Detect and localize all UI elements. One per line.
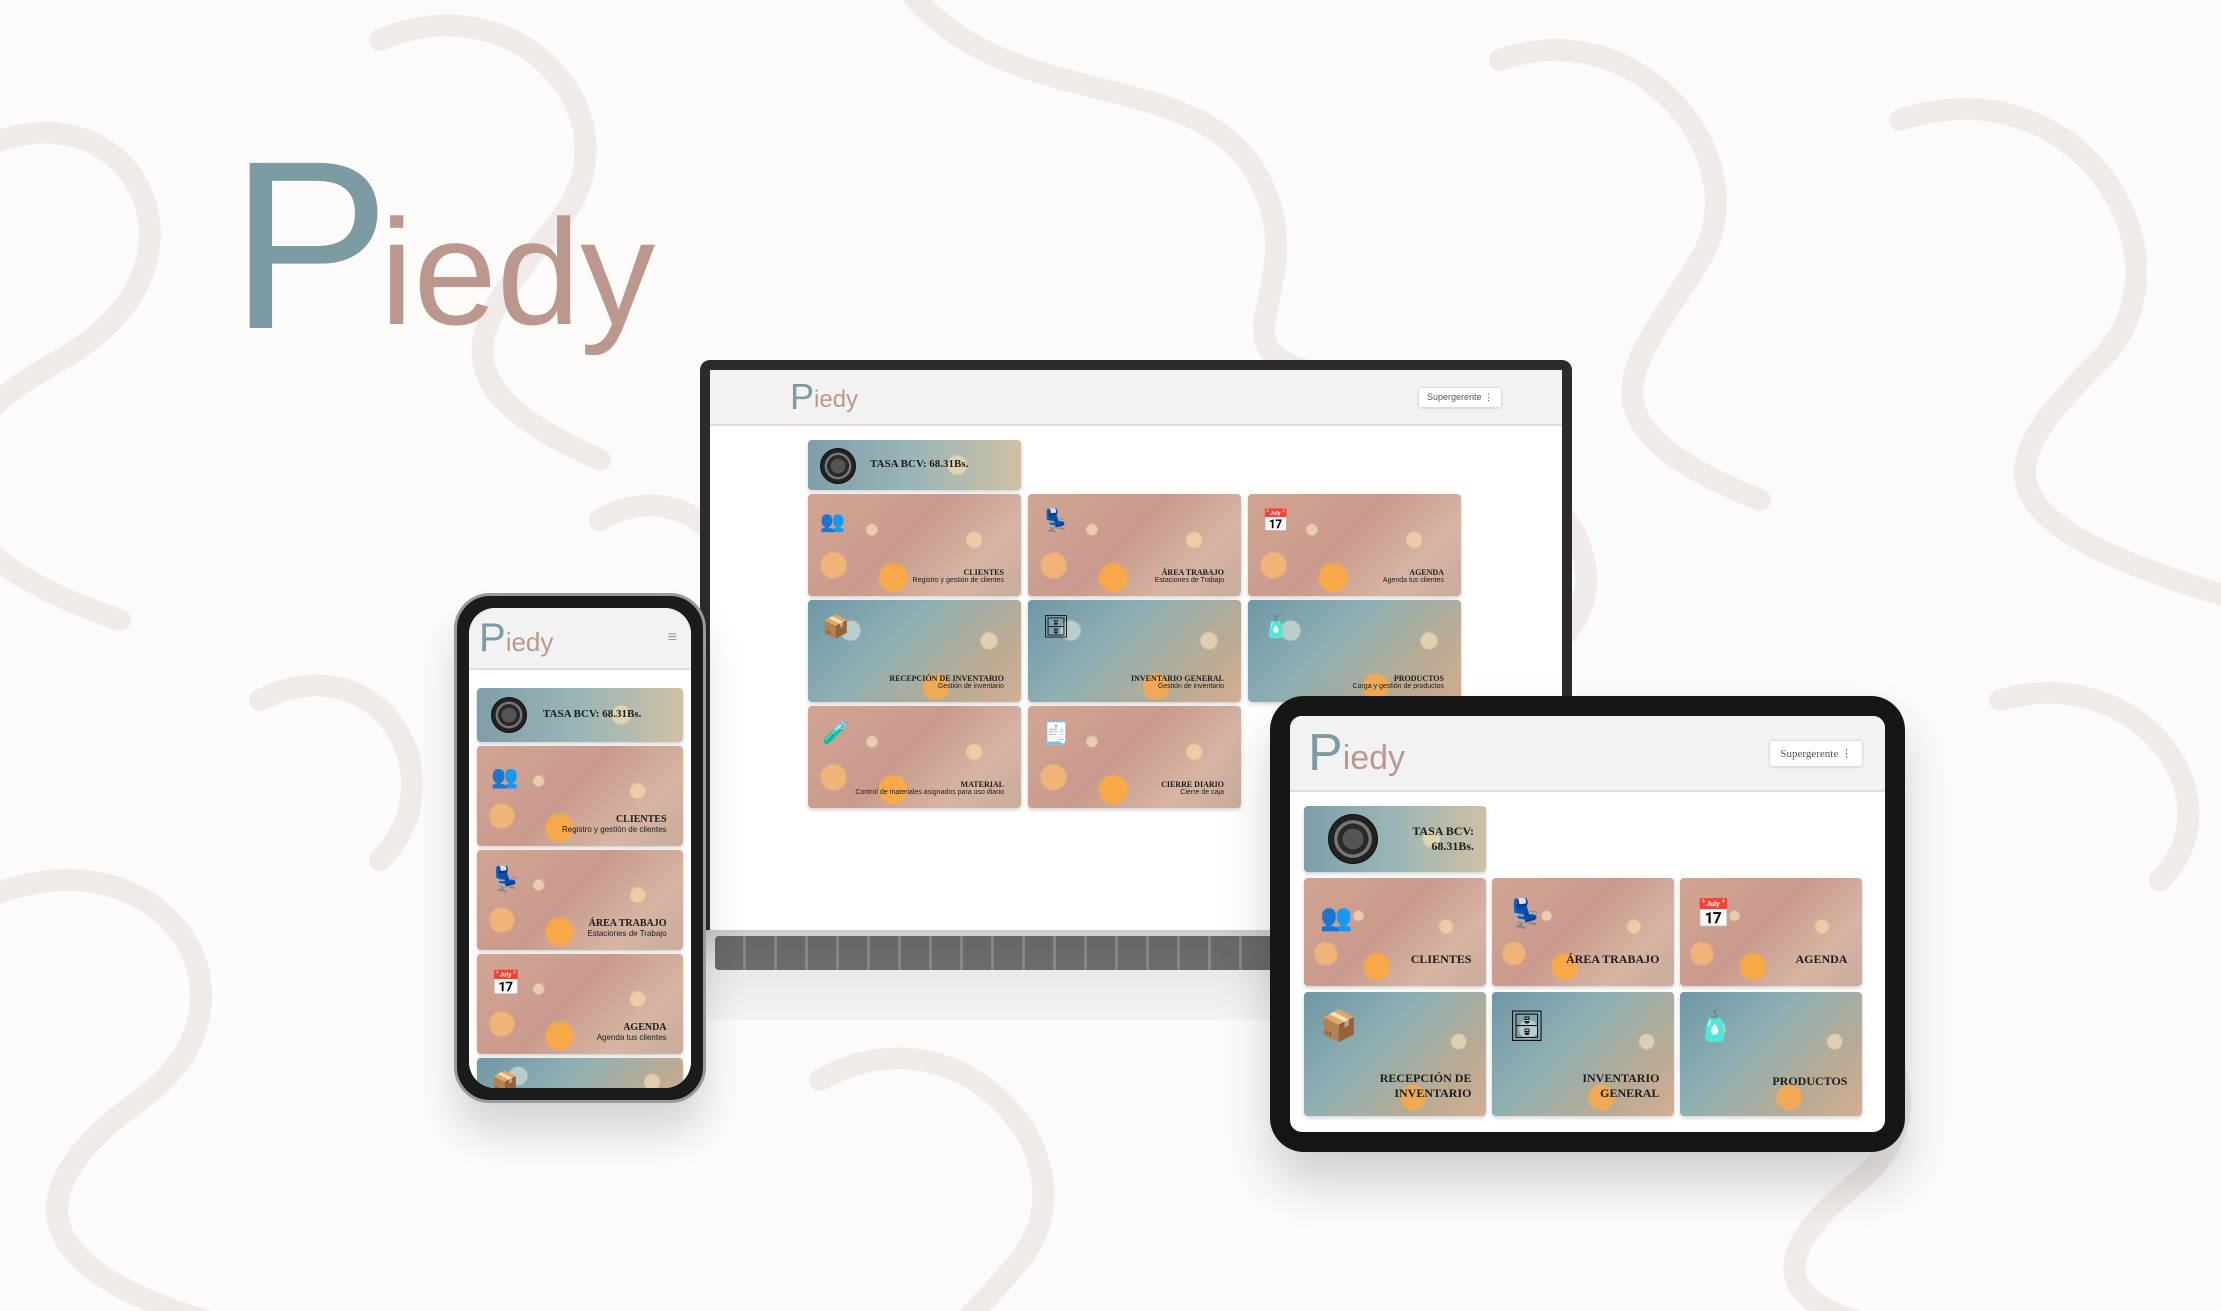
user-menu-button[interactable]: Supergerente ⋮ [1417, 386, 1502, 408]
tablet-header-logo[interactable]: P iedy [1308, 727, 1405, 779]
phone-workstation-icon: 💺 [491, 866, 521, 893]
tablet-bottles-icon: 🧴 [1696, 1010, 1734, 1043]
phone-exchange-rate-label: TASA BCV: 68.31Bs. [543, 708, 642, 720]
cash-register-icon: 🧾 [1042, 720, 1070, 745]
phone-calendar-icon: 📅 [491, 970, 521, 997]
tablet-shelves-icon: 🗄 [1508, 1010, 1547, 1043]
phone-app-header: P iedy ≡ [469, 608, 691, 670]
tablet-exchange-rate-card[interactable]: TASA BCV: 68.31Bs. [1304, 806, 1486, 872]
logo-letter-p: P [230, 111, 390, 379]
brand-logo: P iedy [230, 125, 690, 365]
tablet-module-card-productos[interactable]: 🧴 PRODUCTOS [1680, 992, 1862, 1116]
phone-exchange-rate-card[interactable]: TASA BCV: 68.31Bs. [477, 688, 683, 742]
tablet-clients-icon: 👥 [1320, 902, 1353, 932]
phone-module-card-clientes[interactable]: 👥 CLIENTES Registro y gestión de clientes [477, 746, 683, 846]
phone-frame: P iedy ≡ TASA BCV: 68.31Bs. 👥 CLIENTES Re… [454, 593, 706, 1103]
phone-bcv-seal-icon [491, 697, 527, 733]
tablet-user-menu-label: Supergerente [1780, 747, 1839, 760]
phone-clients-icon: 👥 [491, 764, 519, 789]
tablet-screen: P iedy Supergerente ⋮ TASA BCV: 68.31Bs.… [1290, 716, 1885, 1132]
bottles-icon: 🧴 [1262, 614, 1290, 639]
boxes-icon: 📦 [822, 614, 850, 639]
tablet-module-card-recepcion-inventario[interactable]: 📦 RECEPCIÓN DE INVENTARIO [1304, 992, 1486, 1116]
phone-module-card-area-trabajo[interactable]: 💺 ÁREA TRABAJO Estaciones de Trabajo [477, 850, 683, 950]
tablet-workstation-icon: 💺 [1508, 898, 1543, 929]
module-card-cierre-diario[interactable]: 🧾 CIERRE DIARIO Cierre de caja [1028, 706, 1241, 808]
logo-letters-iedy: iedy [380, 188, 656, 356]
module-card-clientes[interactable]: 👥 CLIENTES Registro y gestión de clientes [808, 494, 1021, 596]
exchange-rate-label: TASA BCV: 68.31Bs. [870, 458, 969, 470]
tablet-boxes-icon: 📦 [1320, 1010, 1358, 1043]
exchange-rate-card[interactable]: TASA BCV: 68.31Bs. [808, 440, 1021, 490]
module-card-material[interactable]: 🧪 MATERIAL Control de materiales asignado… [808, 706, 1021, 808]
calendar-icon: 📅 [1262, 508, 1290, 533]
app-header: P iedy Supergerente ⋮ [710, 370, 1562, 426]
phone-boxes-icon: 📦 [491, 1070, 519, 1089]
tablet-module-card-inventario-general[interactable]: 🗄 INVENTARIO GENERAL [1492, 992, 1674, 1116]
shelves-icon: 🗄 [1042, 614, 1070, 639]
tablet-frame: P iedy Supergerente ⋮ TASA BCV: 68.31Bs.… [1270, 696, 1905, 1152]
tablet-exchange-rate-label: TASA BCV: 68.31Bs. [1412, 824, 1474, 853]
header-logo[interactable]: P iedy [790, 379, 858, 415]
phone-module-card-recepcion-inventario[interactable]: 📦 [477, 1058, 683, 1088]
user-menu-label: Supergerente [1426, 391, 1482, 402]
tablet-bcv-seal-icon [1328, 814, 1378, 864]
tablet-calendar-icon: 📅 [1696, 898, 1731, 929]
tablet-module-card-clientes[interactable]: 👥 CLIENTES [1304, 878, 1486, 986]
hamburger-menu-icon[interactable]: ≡ [668, 629, 677, 647]
phone-module-card-agenda[interactable]: 📅 AGENDA Agenda tus clientes [477, 954, 683, 1054]
workstation-icon: 💺 [1042, 508, 1070, 533]
module-card-agenda[interactable]: 📅 AGENDA Agenda tus clientes [1248, 494, 1461, 596]
phone-screen: P iedy ≡ TASA BCV: 68.31Bs. 👥 CLIENTES Re… [469, 608, 691, 1088]
module-card-productos[interactable]: 🧴 PRODUCTOS Carga y gestión de productos [1248, 600, 1461, 702]
bcv-seal-icon [820, 448, 856, 484]
clients-icon: 👥 [820, 511, 845, 533]
tablet-app-header: P iedy Supergerente ⋮ [1290, 716, 1885, 792]
tablet-user-menu-button[interactable]: Supergerente ⋮ [1769, 739, 1863, 767]
kebab-menu-icon: ⋮ [1484, 391, 1493, 402]
tablet-kebab-menu-icon: ⋮ [1841, 747, 1852, 760]
tablet-module-card-area-trabajo[interactable]: 💺 ÁREA TRABAJO [1492, 878, 1674, 986]
module-card-inventario-general[interactable]: 🗄 INVENTARIO GENERAL Gestión de inventari… [1028, 600, 1241, 702]
module-card-area-trabajo[interactable]: 💺 ÁREA TRABAJO Estaciones de Trabajo [1028, 494, 1241, 596]
module-card-recepcion-inventario[interactable]: 📦 RECEPCIÓN DE INVENTARIO Gestión de inve… [808, 600, 1021, 702]
phone-header-logo[interactable]: P iedy [479, 618, 553, 658]
materials-icon: 🧪 [822, 720, 850, 745]
tablet-module-card-agenda[interactable]: 📅 AGENDA [1680, 878, 1862, 986]
